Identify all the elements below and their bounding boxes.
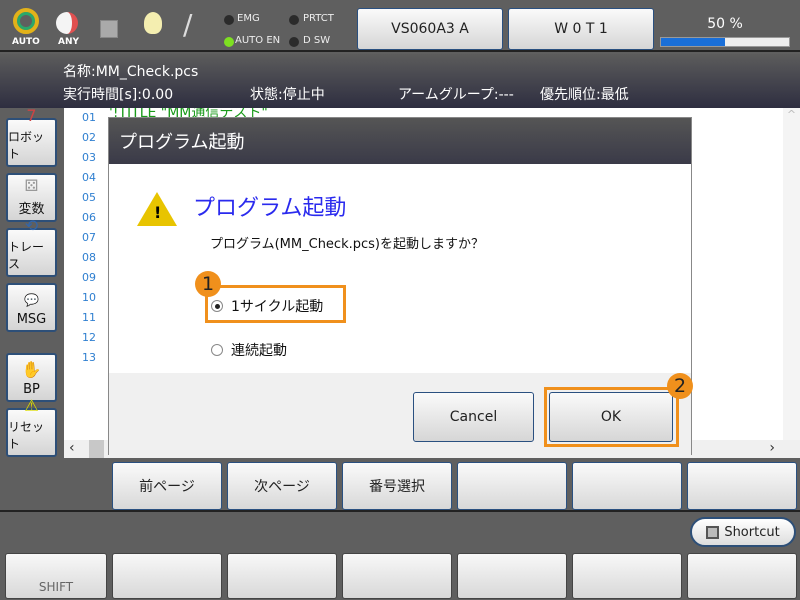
line-number: 11 (82, 311, 96, 324)
sidebar-label: BP (23, 382, 40, 397)
sidebar-msg-button[interactable]: 💬 MSG (6, 283, 57, 332)
radio-continuous[interactable]: 連続起動 (211, 340, 287, 360)
scroll-thumb[interactable] (89, 440, 104, 458)
warning-icon-mark: ! (154, 203, 162, 222)
soft-key-4[interactable] (457, 553, 567, 599)
scroll-left-icon[interactable]: ‹ (69, 440, 75, 456)
soft-key-1[interactable] (112, 553, 222, 599)
radio-label: 連続起動 (231, 343, 287, 359)
line-number: 13 (82, 351, 96, 364)
warning-icon: ⚠ (24, 396, 39, 415)
program-name: 名称:MM_Check.pcs (63, 64, 199, 80)
sidebar-label: MSG (16, 312, 47, 327)
sidebar-variables-button[interactable]: ⚄ 変数 (6, 173, 57, 222)
shift-key[interactable]: SHIFT (5, 553, 107, 599)
hand-icon: ✋ (21, 360, 42, 379)
speed-bar[interactable] (660, 37, 790, 47)
step-badge-1: 1 (195, 271, 221, 297)
line-number: 10 (82, 291, 96, 304)
line-number: 05 (82, 191, 96, 204)
any-mode-label: ANY (58, 37, 80, 47)
wrench-icon[interactable]: / (183, 10, 192, 40)
line-number: 06 (82, 211, 96, 224)
highlight-box-2 (544, 387, 679, 447)
speed-bar-fill (661, 38, 725, 46)
any-mode-icon[interactable] (56, 12, 78, 34)
soft-key-2[interactable] (227, 553, 337, 599)
robot-icon: 7 (26, 106, 37, 125)
lightbulb-icon[interactable] (144, 12, 162, 34)
line-number: 03 (82, 151, 96, 164)
sidebar-bp-button[interactable]: ✋ BP (6, 353, 57, 402)
function-key-1[interactable]: 前ページ (112, 462, 222, 510)
emg-led (224, 15, 234, 25)
tool-select-button[interactable]: W 0 T 1 (508, 8, 654, 50)
line-number: 04 (82, 171, 96, 184)
prtct-led (289, 15, 299, 25)
sidebar-reset-button[interactable]: ⚠ リセット (6, 396, 57, 457)
sidebar-label: 変数 (18, 202, 45, 217)
cancel-button[interactable]: Cancel (413, 392, 534, 442)
robot-select-button[interactable]: VS060A3 A (357, 8, 503, 50)
priority: 優先順位:最低 (540, 87, 629, 103)
function-key-3[interactable]: 番号選択 (342, 462, 452, 510)
emg-label: EMG (237, 13, 260, 24)
shortcut-label: Shortcut (724, 524, 780, 540)
exec-time: 実行時間[s]:0.00 (63, 87, 174, 103)
separator (0, 510, 800, 512)
dialog-heading: プログラム起動 (193, 196, 347, 221)
line-number: 01 (82, 111, 96, 124)
message-icon: 💬 (24, 293, 39, 307)
auto-mode-icon[interactable] (13, 8, 39, 34)
function-key-6[interactable] (687, 462, 797, 510)
soft-key-3[interactable] (342, 553, 452, 599)
dice-icon: ⚄ (24, 176, 39, 195)
highlight-box-1 (205, 285, 346, 323)
stop-icon[interactable] (100, 20, 118, 38)
sidebar-robot-button[interactable]: 7 ロボット (6, 106, 57, 167)
function-key-2[interactable]: 次ページ (227, 462, 337, 510)
speed-label: 50 % (707, 16, 743, 32)
shortcut-button[interactable]: Shortcut (690, 517, 796, 547)
soft-key-6[interactable] (687, 553, 797, 599)
line-number: 09 (82, 271, 96, 284)
dsw-led (289, 37, 299, 47)
prtct-label: PRTCT (303, 13, 334, 24)
radio-unselected-icon[interactable] (211, 344, 223, 356)
function-key-4[interactable] (457, 462, 567, 510)
line-number: 08 (82, 251, 96, 264)
shortcut-icon (706, 525, 720, 539)
sidebar-trace-button[interactable]: ⟲ トレース (6, 216, 57, 277)
sidebar-label: トレース (8, 240, 45, 271)
vertical-scrollbar[interactable]: ^ (783, 108, 800, 440)
program-state: 状態:停止中 (250, 87, 325, 103)
dsw-label: D SW (303, 35, 331, 46)
soft-key-5[interactable] (572, 553, 682, 599)
auto-en-label: AUTO EN (235, 35, 281, 46)
function-key-5[interactable] (572, 462, 682, 510)
line-number: 07 (82, 231, 96, 244)
step-badge-2: 2 (667, 373, 693, 399)
sidebar-label: リセット (8, 420, 45, 451)
dialog-title: プログラム起動 (119, 132, 245, 153)
scroll-right-icon[interactable]: › (769, 440, 775, 456)
sidebar-label: ロボット (8, 130, 45, 161)
trace-icon: ⟲ (24, 216, 39, 235)
line-number: 02 (82, 131, 96, 144)
arm-group: アームグループ:--- (398, 87, 514, 103)
auto-mode-label: AUTO (12, 37, 40, 47)
dialog-message: プログラム(MM_Check.pcs)を起動しますか？ (210, 237, 484, 252)
line-number: 12 (82, 331, 96, 344)
auto-en-led (224, 37, 234, 47)
